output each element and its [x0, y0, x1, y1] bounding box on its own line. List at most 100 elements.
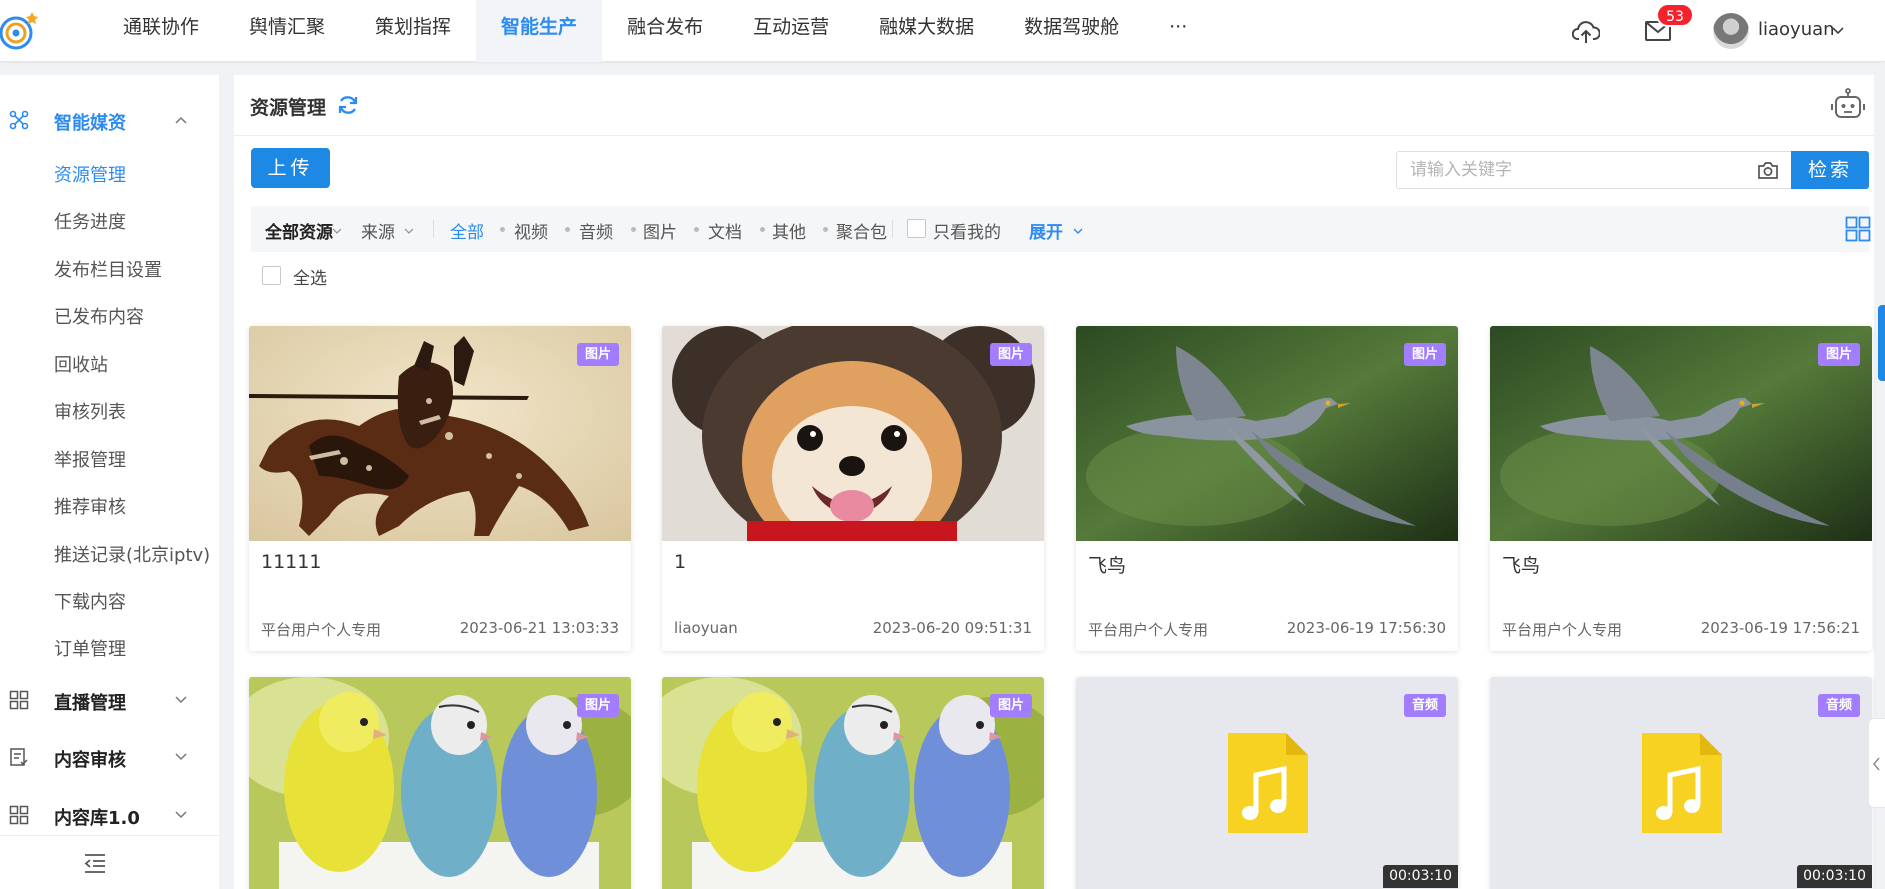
chevron-down-icon[interactable] [1072, 225, 1084, 237]
nodes-icon [9, 110, 29, 130]
chevron-down-icon[interactable] [331, 225, 343, 237]
select-all-label[interactable]: 全选 [293, 264, 327, 289]
sidebar-group-label: 内容库1.0 [54, 808, 140, 829]
type-tag: 图片 [576, 694, 619, 717]
filter-type-bundle[interactable]: 聚合包 [836, 218, 887, 243]
sidebar-item-review-list[interactable]: 审核列表 [54, 398, 126, 424]
thumbnail-bird[interactable] [1076, 326, 1458, 541]
duration-label: 00:03:10 [1383, 865, 1458, 888]
filter-source[interactable]: 来源 [361, 218, 395, 243]
separator-dot [760, 227, 765, 232]
filter-type-document[interactable]: 文档 [708, 218, 742, 243]
sidebar-item-push-record[interactable]: 推送记录(北京iptv) [54, 541, 210, 567]
filter-type-other[interactable]: 其他 [772, 218, 806, 243]
nav-item-collaboration[interactable]: 通联协作 [98, 0, 224, 62]
card-author: 平台用户个人专用 [1502, 621, 1623, 639]
username[interactable]: liaoyuan [1758, 19, 1835, 40]
thumbnail-parrots[interactable] [662, 677, 1044, 889]
resource-card[interactable]: 音频 00:03:10 [1490, 677, 1872, 889]
chevron-down-icon [175, 811, 187, 819]
filter-type-video[interactable]: 视频 [514, 218, 548, 243]
resource-card[interactable]: 图片 11111 平台用户个人专用 2023-06-21 13:03:33 [249, 326, 631, 651]
expand-filters-button[interactable]: 展开 [1029, 218, 1063, 243]
nav-item-data-cockpit[interactable]: 数据驾驶舱 [999, 0, 1144, 62]
flying-bird-image [1490, 326, 1872, 541]
sidebar-item-recycle-bin[interactable]: 回收站 [54, 351, 108, 377]
card-title[interactable]: 飞鸟 [1088, 551, 1126, 578]
card-title[interactable]: 11111 [261, 551, 321, 573]
filter-type-image[interactable]: 图片 [643, 218, 677, 243]
thumbnail-shadow-puppet[interactable] [249, 326, 631, 541]
avatar[interactable] [1713, 13, 1749, 49]
thumbnail-audio[interactable] [1490, 677, 1872, 889]
resource-card[interactable]: 图片 1 liaoyuan 2023-06-20 09:51:31 [662, 326, 1044, 651]
divider [892, 220, 893, 238]
divider [433, 220, 434, 238]
card-author: 平台用户个人专用 [1088, 621, 1209, 639]
sidebar-item-resource-management[interactable]: 资源管理 [54, 161, 126, 187]
logo-icon[interactable] [0, 6, 40, 52]
chevron-left-icon [1873, 757, 1880, 771]
card-title[interactable]: 飞鸟 [1502, 551, 1540, 578]
sidebar-item-report[interactable]: 举报管理 [54, 446, 126, 472]
search-button[interactable]: 检索 [1791, 151, 1869, 189]
chevron-down-icon[interactable] [1831, 24, 1845, 38]
nav-item-smart-production[interactable]: 智能生产 [476, 0, 603, 62]
sidebar-group-content-library[interactable]: 内容库1.0 [0, 795, 219, 835]
page-title: 资源管理 [250, 97, 327, 119]
card-author: 平台用户个人专用 [261, 621, 382, 639]
filter-type-all[interactable]: 全部 [450, 218, 484, 243]
chevron-up-icon [175, 116, 187, 124]
nav-item-big-data[interactable]: 融媒大数据 [854, 0, 999, 62]
sidebar-item-orders[interactable]: 订单管理 [54, 635, 126, 661]
sidebar-group-live[interactable]: 直播管理 [0, 680, 219, 720]
robot-assistant-icon[interactable] [1830, 87, 1866, 123]
only-mine-label[interactable]: 只看我的 [933, 218, 1001, 243]
separator-dot [823, 227, 828, 232]
resource-card[interactable]: 图片 [662, 677, 1044, 889]
chevron-down-icon[interactable] [403, 225, 415, 237]
sidebar-item-task-progress[interactable]: 任务进度 [54, 208, 126, 234]
thumbnail-bird[interactable] [1490, 326, 1872, 541]
filter-type-audio[interactable]: 音频 [579, 218, 613, 243]
resource-card[interactable]: 图片 飞鸟 平台用户个人专用 2023-06-19 17:56:30 [1076, 326, 1458, 651]
resource-card[interactable]: 图片 飞鸟 平台用户个人专用 2023-06-19 17:56:21 [1490, 326, 1872, 651]
nav-item-more[interactable]: ··· [1144, 0, 1212, 62]
sidebar-group-smart-media[interactable]: 智能媒资 [0, 100, 219, 140]
select-all-checkbox[interactable] [262, 266, 281, 285]
sidebar-group-label: 直播管理 [54, 693, 126, 714]
nav-item-interaction[interactable]: 互动运营 [728, 0, 854, 62]
card-title[interactable]: 1 [674, 551, 686, 573]
upload-button[interactable]: 上传 [251, 148, 330, 188]
sidebar-group-label: 智能媒资 [54, 113, 126, 134]
nav-item-public-opinion[interactable]: 舆情汇聚 [224, 0, 350, 62]
filter-all-resources[interactable]: 全部资源 [265, 218, 333, 243]
sidebar-group-content-review[interactable]: 内容审核 [0, 737, 219, 777]
collapse-sidebar-icon[interactable] [83, 852, 107, 874]
only-mine-checkbox[interactable] [907, 219, 926, 238]
grid-view-icon[interactable] [1845, 216, 1871, 242]
side-panel-handle[interactable] [1868, 718, 1885, 808]
sidebar-item-recommend-review[interactable]: 推荐审核 [54, 493, 126, 519]
cloud-upload-icon[interactable] [1572, 18, 1600, 46]
sidebar-item-download[interactable]: 下载内容 [54, 588, 126, 614]
sidebar-item-published[interactable]: 已发布内容 [54, 303, 144, 329]
sidebar-item-publish-column[interactable]: 发布栏目设置 [54, 256, 162, 282]
scrollbar-thumb[interactable] [1878, 305, 1885, 381]
thumbnail-dog[interactable] [662, 326, 1044, 541]
nav-item-planning[interactable]: 策划指挥 [350, 0, 476, 62]
sidebar: 智能媒资 资源管理 任务进度 发布栏目设置 已发布内容 回收站 审核列表 举报管… [0, 75, 219, 889]
type-tag: 图片 [989, 343, 1032, 366]
thumbnail-parrots[interactable] [249, 677, 631, 889]
resource-card[interactable]: 图片 [249, 677, 631, 889]
budgerigars-image [249, 677, 631, 889]
card-timestamp: 2023-06-21 13:03:33 [459, 619, 619, 637]
nav-item-publishing[interactable]: 融合发布 [602, 0, 728, 62]
refresh-icon[interactable] [337, 94, 359, 116]
music-file-icon [1642, 733, 1722, 833]
resource-card[interactable]: 音频 00:03:10 [1076, 677, 1458, 889]
camera-icon[interactable] [1757, 161, 1779, 180]
thumbnail-audio[interactable] [1076, 677, 1458, 889]
search-input[interactable] [1396, 151, 1746, 189]
separator-dot [565, 227, 570, 232]
